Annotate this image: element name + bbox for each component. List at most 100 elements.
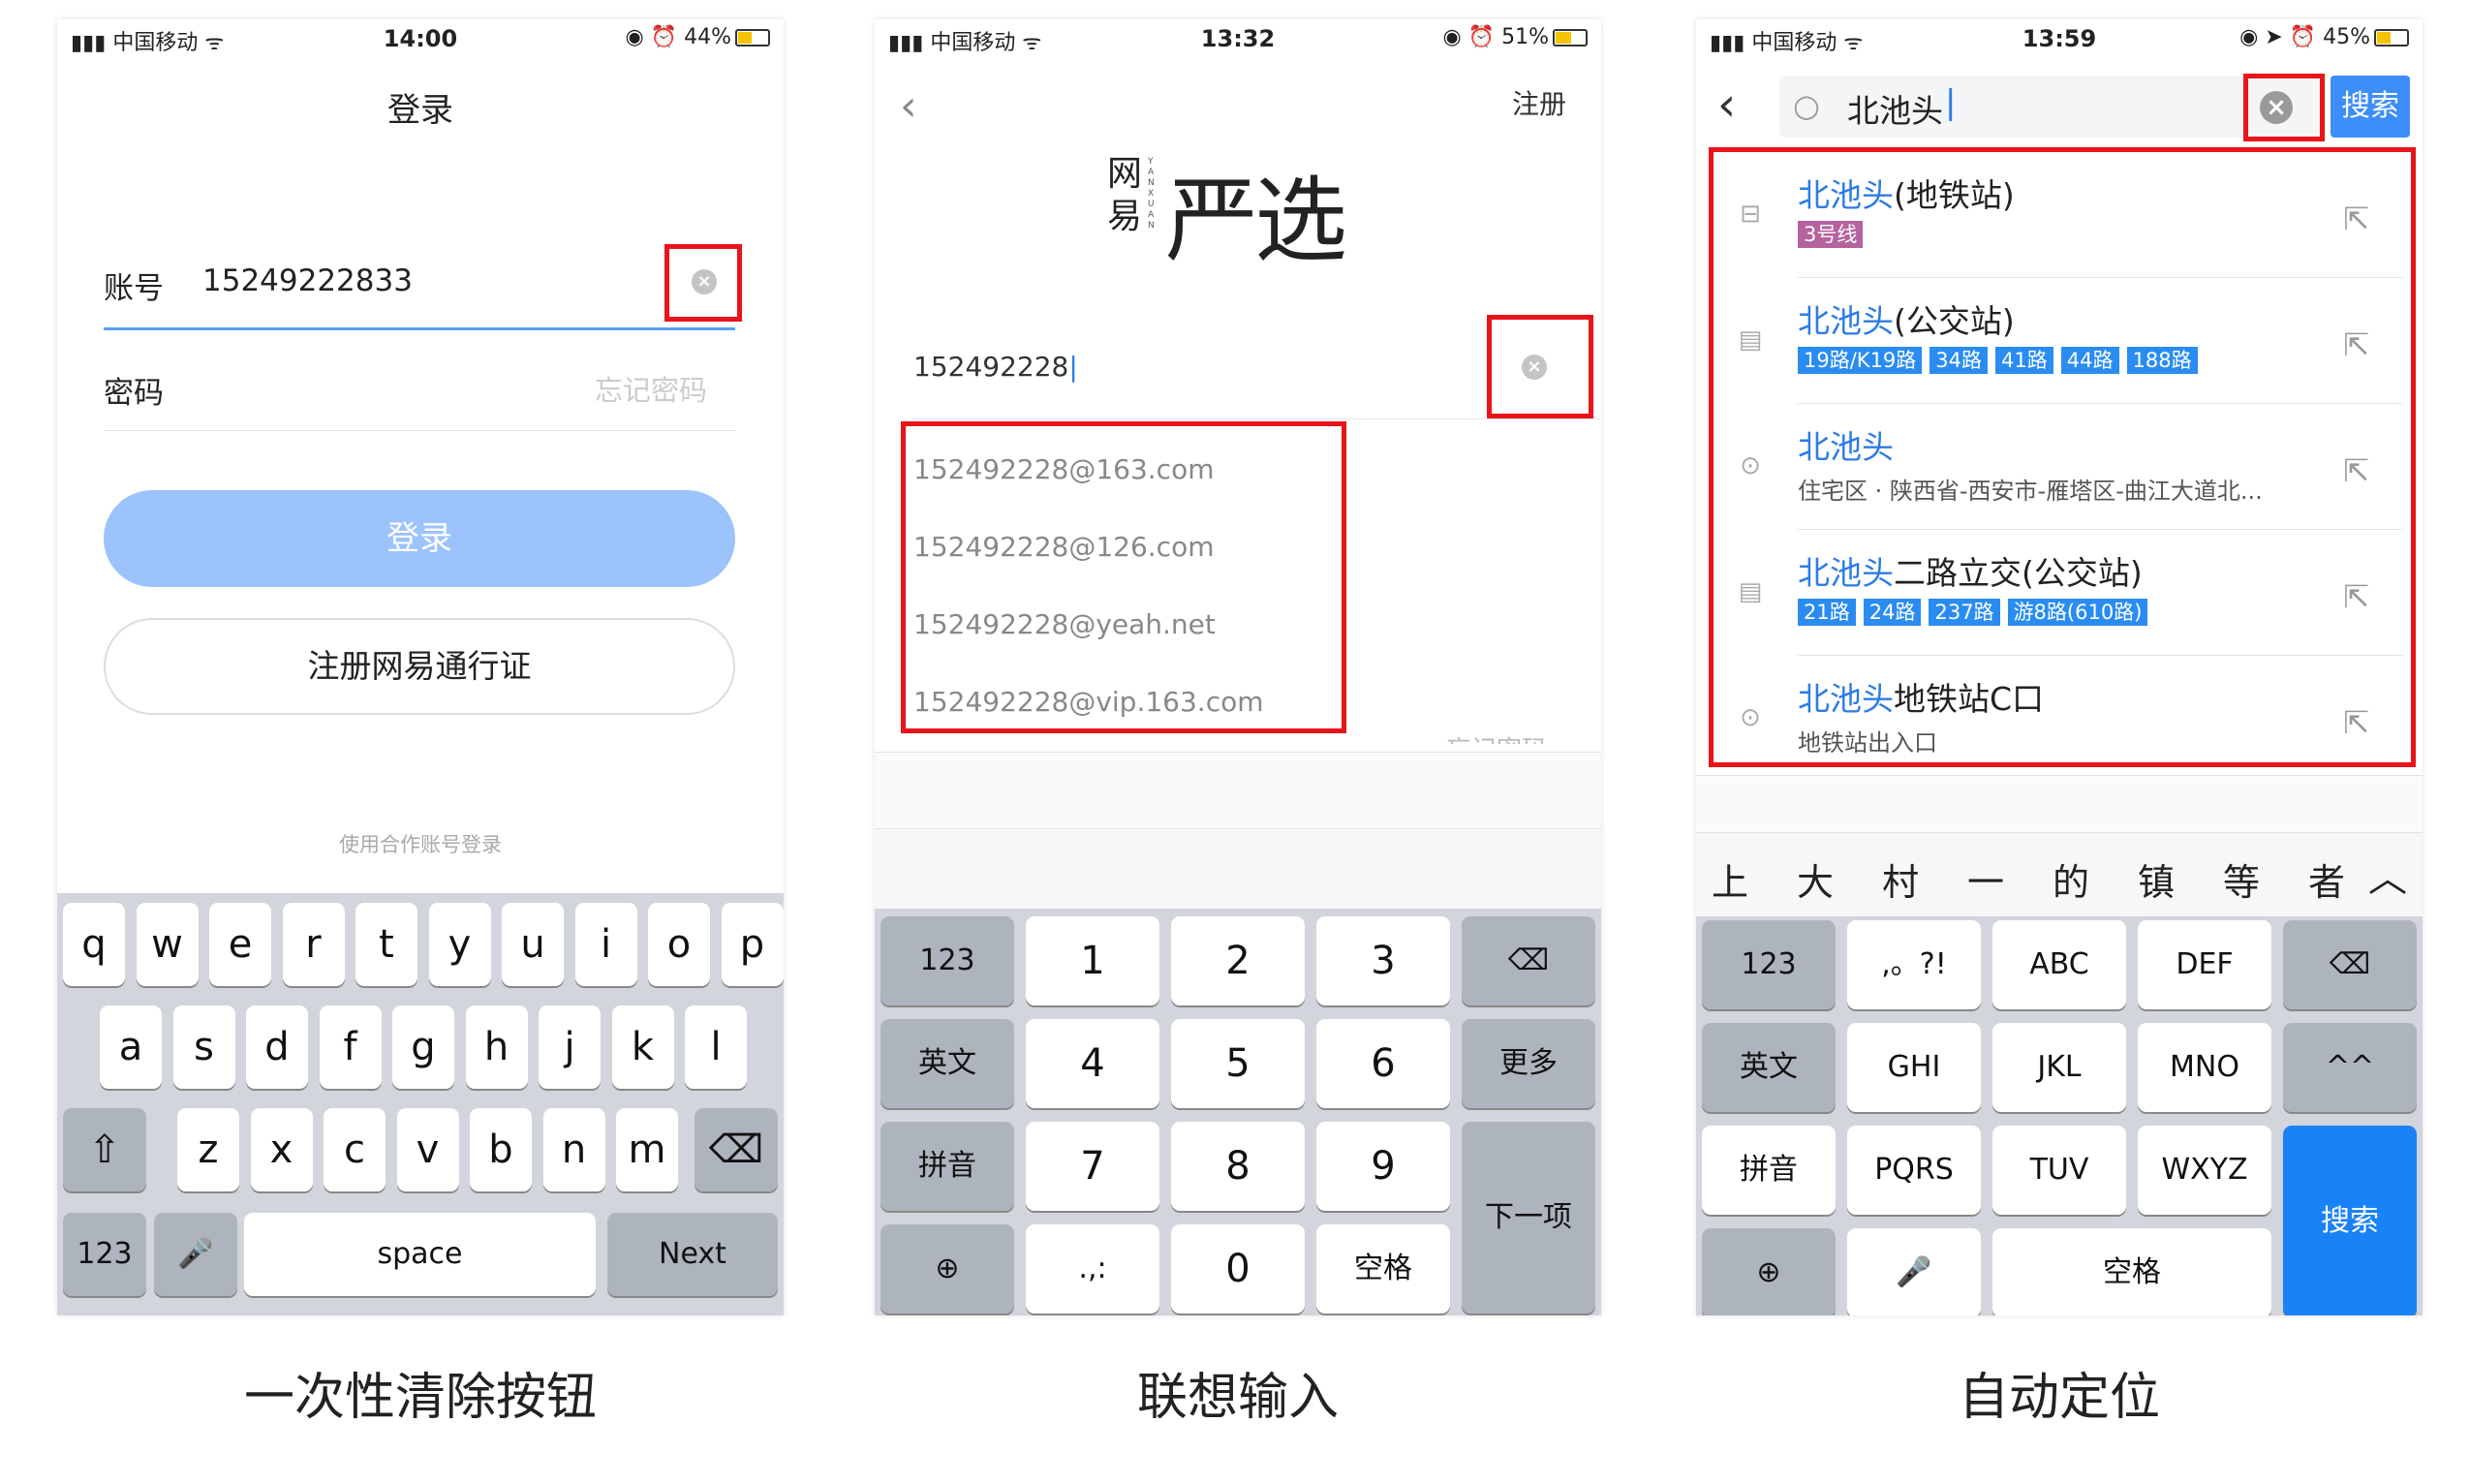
battery-icon (1553, 29, 1588, 46)
key-k[interactable]: k (611, 1005, 674, 1089)
register-button[interactable]: 注册网易通行证 (104, 618, 735, 715)
key-c[interactable]: c (324, 1108, 386, 1191)
digit-key-5[interactable]: 5 (1171, 1019, 1305, 1108)
t9-key-4[interactable]: JKL (1992, 1023, 2126, 1112)
key-m[interactable]: m (616, 1108, 678, 1191)
candidate-char[interactable]: 等 (2223, 852, 2260, 906)
key-f[interactable]: f (319, 1005, 382, 1089)
mode-key-1[interactable]: 英文 (880, 1019, 1014, 1108)
next-key[interactable]: Next (607, 1213, 778, 1296)
t9-key-6[interactable]: PQRS (1847, 1126, 1981, 1215)
t9-key-8[interactable]: WXYZ (2138, 1126, 2271, 1215)
candidate-char[interactable]: 一 (1967, 852, 2004, 906)
back-chevron-icon[interactable]: ‹ (900, 81, 917, 131)
chevron-up-icon[interactable]: ︿ (2361, 847, 2415, 903)
backspace-icon[interactable]: ⌫ (695, 1108, 778, 1191)
key-g[interactable]: g (392, 1005, 454, 1089)
candidate-char[interactable]: 的 (2053, 852, 2089, 906)
mode-key-1[interactable]: 英文 (1702, 1023, 1836, 1112)
register-link[interactable]: 注册 (1512, 83, 1566, 122)
globe-icon[interactable]: ⊕ (1702, 1228, 1836, 1315)
candidate-char[interactable]: 镇 (2138, 852, 2175, 906)
yanxuan-login-screen: ▮▮▮ 中国移动 ᯤ 13:32 ◉ ⏰ 51% ‹ 注册 网易 YANXUAN… (875, 19, 1601, 1315)
key-o[interactable]: o (648, 903, 710, 986)
key-n[interactable]: n (542, 1108, 605, 1191)
digit-key-2[interactable]: 2 (1171, 916, 1305, 1005)
key-x[interactable]: x (250, 1108, 313, 1191)
t9-key-2[interactable]: DEF (2138, 920, 2271, 1009)
microphone-icon[interactable]: 🎤 (154, 1213, 237, 1296)
key-u[interactable]: u (502, 903, 564, 986)
digit-key-9[interactable]: 9 (1316, 1122, 1450, 1211)
account-input[interactable]: 15249222833 (202, 263, 413, 298)
key-d[interactable]: d (246, 1005, 308, 1089)
more-key[interactable]: 更多 (1462, 1019, 1595, 1108)
digit-key-7[interactable]: 7 (1026, 1122, 1159, 1211)
key-l[interactable]: l (685, 1005, 747, 1089)
backspace-icon[interactable]: ⌫ (2283, 920, 2417, 1009)
key-b[interactable]: b (470, 1108, 532, 1191)
key-j[interactable]: j (539, 1005, 601, 1089)
numbers-key[interactable]: 123 (63, 1213, 146, 1296)
highlight-box (1709, 147, 2416, 767)
globe-icon[interactable]: ⊕ (880, 1224, 1014, 1314)
search-button[interactable]: 搜索 (2331, 76, 2410, 138)
t9-key-0[interactable]: ,。?! (1847, 920, 1981, 1009)
key-a[interactable]: a (100, 1005, 162, 1089)
partner-login-link[interactable]: 使用合作账号登录 (57, 829, 784, 858)
space-key[interactable]: 空格 (1316, 1224, 1450, 1314)
key-z[interactable]: z (177, 1108, 239, 1191)
key-v[interactable]: v (396, 1108, 459, 1191)
punctuation-key[interactable]: .,: (1026, 1224, 1159, 1314)
candidate-char[interactable]: 上 (1712, 852, 1748, 906)
search-input[interactable]: ○ 北池头 | (1779, 76, 2322, 138)
back-chevron-icon[interactable]: ‹ (1717, 77, 1736, 132)
digit-key-6[interactable]: 6 (1316, 1019, 1450, 1108)
digit-key-0[interactable]: 0 (1171, 1224, 1305, 1314)
backspace-icon[interactable]: ⌫ (1462, 916, 1595, 1005)
candidate-char[interactable]: 者 (2308, 852, 2345, 906)
key-i[interactable]: i (574, 903, 637, 986)
caret-key[interactable]: ^^ (2283, 1023, 2417, 1112)
mode-key-0[interactable]: 123 (880, 916, 1014, 1005)
status-bar: ▮▮▮ 中国移动 ᯤ 13:59 ◉ ➤ ⏰ 45% (1696, 19, 2423, 58)
t9-key-7[interactable]: TUV (1992, 1126, 2126, 1215)
mode-key-2[interactable]: 拼音 (880, 1122, 1014, 1211)
account-input-value: 152492228 (913, 351, 1069, 383)
search-key[interactable]: 搜索 (2283, 1126, 2417, 1315)
next-field-key[interactable]: 下一项 (1462, 1122, 1595, 1314)
mode-key-2[interactable]: 拼音 (1702, 1126, 1836, 1215)
digit-key-3[interactable]: 3 (1316, 916, 1450, 1005)
digit-key-8[interactable]: 8 (1171, 1122, 1305, 1211)
space-key[interactable]: space (244, 1213, 596, 1296)
key-h[interactable]: h (465, 1005, 528, 1089)
page-title: 登录 (387, 91, 453, 130)
digit-key-4[interactable]: 4 (1026, 1019, 1159, 1108)
key-s[interactable]: s (172, 1005, 235, 1089)
key-w[interactable]: w (136, 903, 199, 986)
microphone-icon[interactable]: 🎤 (1847, 1228, 1981, 1315)
candidate-char[interactable]: 大 (1797, 852, 1834, 906)
t9-key-5[interactable]: MNO (2138, 1023, 2271, 1112)
battery-status: ◉ ➤ ⏰ 45% (2239, 25, 2409, 49)
key-t[interactable]: t (355, 903, 417, 986)
key-q[interactable]: q (63, 903, 125, 986)
mode-key-0[interactable]: 123 (1702, 920, 1836, 1009)
logo-brand: 网易 (1107, 154, 1143, 236)
key-p[interactable]: p (721, 903, 784, 986)
key-r[interactable]: r (282, 903, 345, 986)
forgot-password-link[interactable]: 忘记密码 (595, 368, 707, 409)
shift-icon[interactable]: ⇧ (63, 1108, 146, 1191)
t9-key-1[interactable]: ABC (1992, 920, 2126, 1009)
login-button[interactable]: 登录 (104, 490, 735, 587)
text-cursor: | (1945, 83, 1957, 122)
key-y[interactable]: y (428, 903, 491, 986)
candidate-char[interactable]: 村 (1882, 852, 1919, 906)
space-key[interactable]: 空格 (1992, 1228, 2271, 1315)
key-e[interactable]: e (209, 903, 271, 986)
account-underline (104, 327, 735, 330)
t9-key-3[interactable]: GHI (1847, 1023, 1981, 1112)
account-input[interactable]: 152492228| (913, 351, 1078, 383)
logo-main: 严选 (1165, 167, 1347, 275)
digit-key-1[interactable]: 1 (1026, 916, 1159, 1005)
